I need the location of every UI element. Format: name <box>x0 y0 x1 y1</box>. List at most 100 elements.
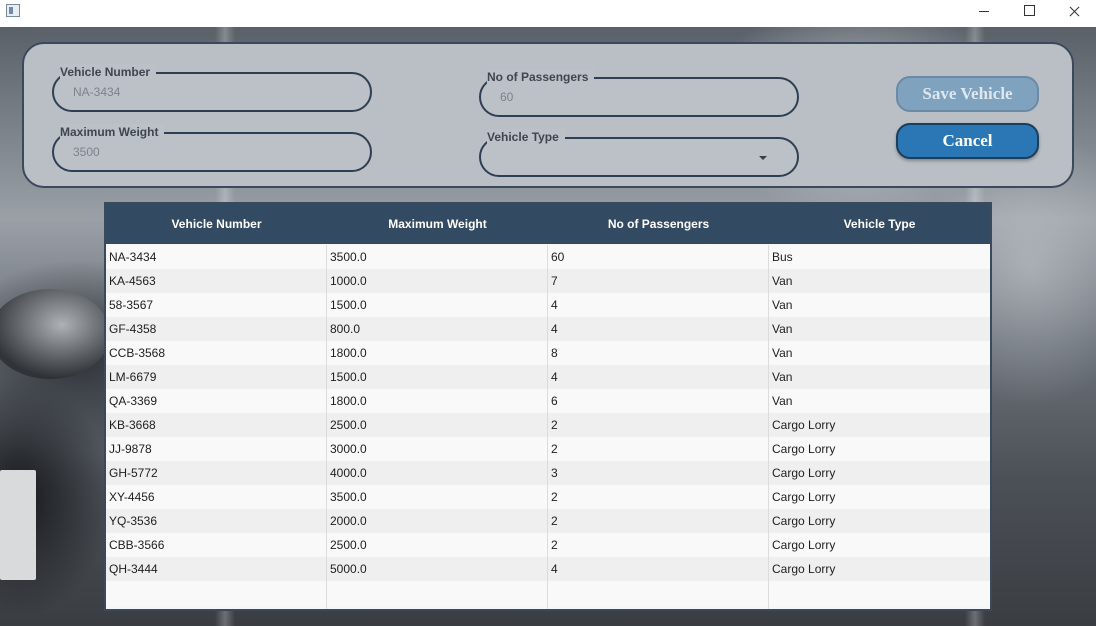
table-cell: Cargo Lorry <box>772 538 836 552</box>
passengers-field[interactable]: No of Passengers 60 <box>479 69 799 117</box>
table-cell: 5000.0 <box>327 557 548 581</box>
table-cell: 2 <box>548 413 769 437</box>
table-cell: 2000.0 <box>327 509 548 533</box>
table-cell: JJ-9878 <box>106 437 327 461</box>
table-cell-empty <box>327 581 548 609</box>
table-cell: 3000.0 <box>327 437 548 461</box>
passengers-value: 60 <box>500 90 514 104</box>
table-cell: Cargo Lorry <box>772 562 836 576</box>
table-cell: Van <box>772 370 793 384</box>
minimize-icon[interactable] <box>960 0 1006 27</box>
table-cell: CCB-3568 <box>106 341 327 365</box>
table-cell: 2 <box>548 509 769 533</box>
table-cell: 1800.0 <box>327 389 548 413</box>
table-cell: 3 <box>548 461 769 485</box>
table-cell: QA-3369 <box>106 389 327 413</box>
table-row[interactable]: CBB-3566 2500.0 2 Cargo Lorry <box>106 533 990 557</box>
table-row-empty <box>106 581 990 609</box>
table-cell: 800.0 <box>327 317 548 341</box>
table-cell: 2 <box>548 533 769 557</box>
table-cell: 60 <box>548 245 769 269</box>
table-cell: QH-3444 <box>106 557 327 581</box>
table-cell: 2 <box>548 485 769 509</box>
table-row[interactable]: JJ-9878 3000.0 2 Cargo Lorry <box>106 437 990 461</box>
background-headlight <box>0 289 110 379</box>
table-row[interactable]: CCB-3568 1800.0 8 Van <box>106 341 990 365</box>
table-cell: 4 <box>548 365 769 389</box>
table-cell: KB-3668 <box>106 413 327 437</box>
table-cell: Van <box>772 346 793 360</box>
table-cell: 2 <box>548 437 769 461</box>
chevron-down-icon[interactable] <box>759 156 767 160</box>
table-row[interactable]: QA-3369 1800.0 6 Van <box>106 389 990 413</box>
max-weight-value: 3500 <box>73 145 100 159</box>
table-cell-empty <box>548 581 769 609</box>
table-cell: NA-3434 <box>106 245 327 269</box>
table-cell: LM-6679 <box>106 365 327 389</box>
table-cell: CBB-3566 <box>106 533 327 557</box>
window-title-bar <box>0 0 1096 27</box>
table-cell: Cargo Lorry <box>772 466 836 480</box>
table-cell: Van <box>772 322 793 336</box>
table-cell: 4 <box>548 317 769 341</box>
table-row[interactable]: LM-6679 1500.0 4 Van <box>106 365 990 389</box>
vehicle-number-value: NA-3434 <box>73 85 121 99</box>
vehicle-table[interactable]: Vehicle Number Maximum Weight No of Pass… <box>104 202 992 611</box>
table-row[interactable]: GF-4358 800.0 4 Van <box>106 317 990 341</box>
table-cell: 6 <box>548 389 769 413</box>
table-row[interactable]: 58-3567 1500.0 4 Van <box>106 293 990 317</box>
column-header-maximum-weight[interactable]: Maximum Weight <box>327 204 548 244</box>
table-cell: 4000.0 <box>327 461 548 485</box>
vehicle-type-select[interactable]: Vehicle Type <box>479 129 799 177</box>
table-cell: Van <box>772 298 793 312</box>
table-cell: XY-4456 <box>106 485 327 509</box>
table-row[interactable]: QH-3444 5000.0 4 Cargo Lorry <box>106 557 990 581</box>
column-header-passengers[interactable]: No of Passengers <box>548 204 769 244</box>
table-body: NA-3434 3500.0 60 Bus KA-4563 1000.0 7 Van 58-35… <box>106 245 990 609</box>
table-row[interactable]: GH-5772 4000.0 3 Cargo Lorry <box>106 461 990 485</box>
table-header: Vehicle Number Maximum Weight No of Pass… <box>106 204 990 244</box>
max-weight-field[interactable]: Maximum Weight 3500 <box>52 124 372 172</box>
table-cell-empty <box>769 581 990 609</box>
table-cell: 4 <box>548 557 769 581</box>
table-cell: 8 <box>548 341 769 365</box>
table-cell: Cargo Lorry <box>772 418 836 432</box>
table-cell: 4 <box>548 293 769 317</box>
table-cell: 3500.0 <box>327 485 548 509</box>
table-cell-empty <box>106 581 327 609</box>
table-cell: YQ-3536 <box>106 509 327 533</box>
table-cell: Cargo Lorry <box>772 442 836 456</box>
table-cell: 2500.0 <box>327 533 548 557</box>
table-row[interactable]: XY-4456 3500.0 2 Cargo Lorry <box>106 485 990 509</box>
table-row[interactable]: KB-3668 2500.0 2 Cargo Lorry <box>106 413 990 437</box>
vehicle-type-label: Vehicle Type <box>487 129 565 145</box>
table-cell: 3500.0 <box>327 245 548 269</box>
table-cell: 7 <box>548 269 769 293</box>
table-cell: 1000.0 <box>327 269 548 293</box>
table-cell: 2500.0 <box>327 413 548 437</box>
table-cell: Van <box>772 394 793 408</box>
column-header-vehicle-number[interactable]: Vehicle Number <box>106 204 327 244</box>
table-cell: KA-4563 <box>106 269 327 293</box>
maximize-icon[interactable] <box>1006 0 1052 27</box>
table-row[interactable]: NA-3434 3500.0 60 Bus <box>106 245 990 269</box>
table-cell: Van <box>772 274 793 288</box>
vehicle-form-panel: Vehicle Number NA-3434 No of Passengers … <box>22 42 1074 188</box>
vehicle-number-field[interactable]: Vehicle Number NA-3434 <box>52 64 372 112</box>
table-cell: Cargo Lorry <box>772 490 836 504</box>
table-cell: 1500.0 <box>327 365 548 389</box>
table-cell: Bus <box>772 250 793 264</box>
table-cell: 1500.0 <box>327 293 548 317</box>
app-icon <box>6 4 20 17</box>
table-cell: 1800.0 <box>327 341 548 365</box>
table-row[interactable]: YQ-3536 2000.0 2 Cargo Lorry <box>106 509 990 533</box>
save-vehicle-button[interactable]: Save Vehicle <box>896 76 1039 112</box>
column-header-vehicle-type[interactable]: Vehicle Type <box>769 204 990 244</box>
close-icon[interactable] <box>1050 0 1096 27</box>
table-cell: 58-3567 <box>106 293 327 317</box>
table-cell: GF-4358 <box>106 317 327 341</box>
background-license-plate <box>0 470 36 580</box>
table-row[interactable]: KA-4563 1000.0 7 Van <box>106 269 990 293</box>
cancel-button[interactable]: Cancel <box>896 123 1039 159</box>
table-cell: GH-5772 <box>106 461 327 485</box>
